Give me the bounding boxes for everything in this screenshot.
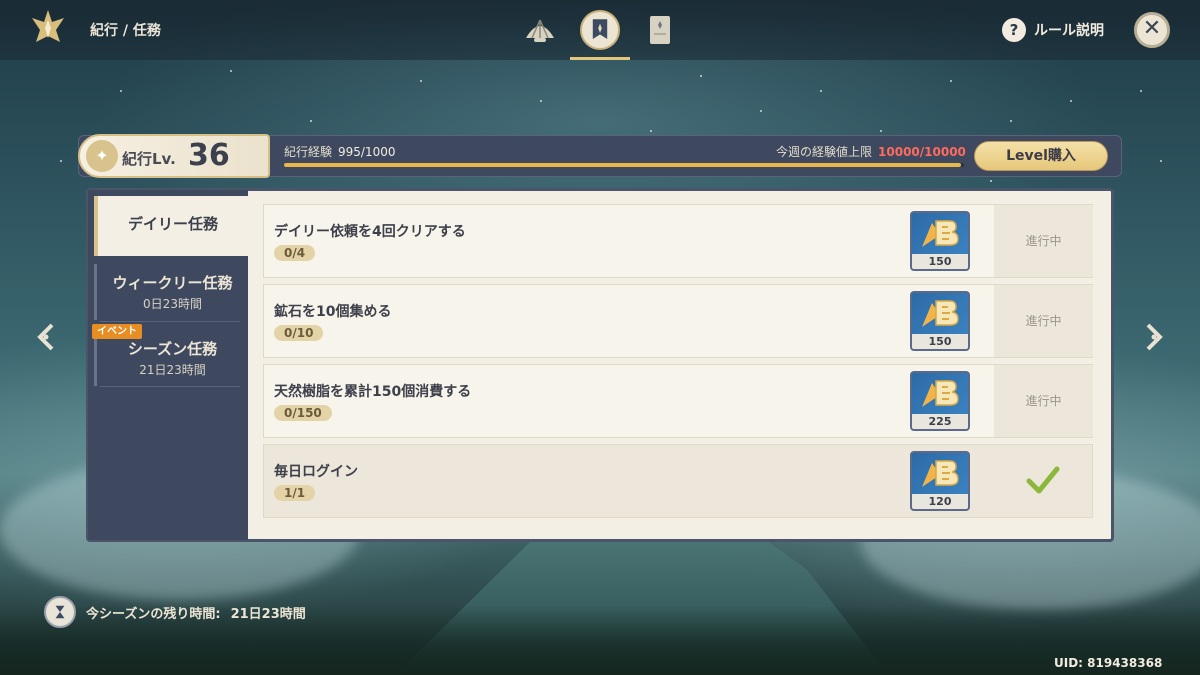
- mission-progress: 1/1: [274, 485, 316, 501]
- star: [540, 100, 542, 102]
- status-label: 進行中: [1025, 234, 1062, 248]
- prev-page-arrow-icon[interactable]: [34, 322, 58, 352]
- mission-row: 毎日ログイン 1/1 120: [263, 444, 1093, 518]
- star: [120, 90, 122, 92]
- level-label: 紀行Lv.: [122, 150, 176, 168]
- reward-item[interactable]: 225: [910, 371, 970, 431]
- reward-item[interactable]: 150: [910, 291, 970, 351]
- season-remaining: 今シーズンの残り時間: 21日23時間: [44, 596, 306, 628]
- mission-progress: 0/10: [274, 325, 324, 341]
- status-label: 進行中: [1025, 314, 1062, 328]
- breadcrumb: 紀行 / 任務: [90, 23, 161, 39]
- tab-missions[interactable]: [580, 10, 620, 50]
- event-badge: イベント: [92, 324, 142, 339]
- bp-exp-icon: [922, 380, 959, 407]
- star: [310, 120, 312, 122]
- bp-exp-icon: [922, 460, 959, 487]
- tab-weekly-missions[interactable]: ウィークリー任務 0日23時間: [94, 264, 248, 320]
- mission-status: 進行中: [994, 365, 1093, 437]
- reward-item[interactable]: 150: [910, 211, 970, 271]
- checkmark-icon: [1026, 466, 1060, 494]
- rules-label: ルール説明: [1034, 23, 1104, 39]
- tab-daily-missions[interactable]: デイリー任務: [94, 196, 248, 256]
- help-icon: ?: [1002, 18, 1026, 42]
- mission-row: 鉱石を10個集める 0/10 150 進行中: [263, 284, 1093, 358]
- mission-row: デイリー依頼を4回クリアする 0/4 150 進行中: [263, 204, 1093, 278]
- bp-exp-icon: [922, 220, 959, 247]
- battlepass-logo-icon: [32, 10, 64, 42]
- status-label: 進行中: [1025, 394, 1062, 408]
- mission-row: 天然樹脂を累計150個消費する 0/150 225 進行中: [263, 364, 1093, 438]
- user-id: UID: 819438368: [1054, 656, 1163, 670]
- level-badge: ✦ 紀行Lv. 36: [78, 134, 270, 178]
- hourglass-icon: [44, 596, 76, 628]
- reward-item[interactable]: 120: [910, 451, 970, 511]
- mission-status: 進行中: [994, 285, 1093, 357]
- star: [760, 110, 762, 112]
- mission-status: [994, 445, 1093, 517]
- exp-label: 紀行経験: [284, 145, 333, 159]
- sidebar-divider: [100, 321, 240, 322]
- reward-amount: 120: [912, 494, 968, 509]
- exp-progress-bar: [284, 163, 964, 167]
- active-tab-indicator: [570, 57, 630, 60]
- season-remaining-label: 今シーズンの残り時間:: [86, 606, 221, 622]
- star: [950, 80, 952, 82]
- exp-progress-fill: [284, 163, 961, 167]
- weekly-limit-label: 今週の経験値上限: [776, 145, 873, 159]
- reward-amount: 150: [912, 334, 968, 349]
- mission-progress: 0/4: [274, 245, 316, 261]
- sidebar-divider: [100, 386, 240, 387]
- level-buy-button[interactable]: Level購入: [974, 141, 1108, 171]
- weekly-tab-timer: 0日23時間: [143, 297, 202, 311]
- level-emblem-icon: ✦: [86, 140, 118, 172]
- level-value: 36: [188, 138, 230, 173]
- next-page-arrow-icon[interactable]: [1142, 322, 1166, 352]
- star: [60, 160, 62, 162]
- star: [880, 130, 882, 132]
- season-tab-timer: 21日23時間: [139, 363, 206, 377]
- weekly-tab-label: ウィークリー任務: [112, 274, 233, 292]
- shell-icon[interactable]: [520, 10, 560, 50]
- rules-button[interactable]: ? ルール説明: [1002, 18, 1104, 42]
- exp-value: 995/1000: [338, 145, 396, 159]
- scroll-icon[interactable]: [640, 10, 680, 50]
- star: [420, 80, 422, 82]
- weekly-limit-value: 10000/10000: [878, 145, 966, 159]
- banner-icon: [592, 19, 608, 39]
- star: [230, 70, 232, 72]
- bp-exp-icon: [922, 300, 959, 327]
- mission-title: 毎日ログイン: [274, 464, 358, 480]
- mission-progress: 0/150: [274, 405, 332, 421]
- weekly-limit-info: 今週の経験値上限 10000/10000: [776, 143, 966, 160]
- season-remaining-value: 21日23時間: [230, 606, 306, 622]
- mission-title: 鉱石を10個集める: [274, 304, 392, 320]
- exp-info: 紀行経験 995/1000: [284, 143, 396, 160]
- reward-amount: 150: [912, 254, 968, 269]
- daily-tab-label: デイリー任務: [127, 215, 218, 233]
- star: [990, 180, 992, 182]
- mission-title: 天然樹脂を累計150個消費する: [274, 384, 472, 400]
- close-button[interactable]: ✕: [1134, 12, 1170, 48]
- star: [650, 130, 652, 132]
- mission-title: デイリー依頼を4回クリアする: [274, 224, 466, 240]
- star: [700, 75, 702, 77]
- star: [1140, 90, 1142, 92]
- reward-amount: 225: [912, 414, 968, 429]
- star: [1070, 100, 1072, 102]
- close-icon: ✕: [1142, 16, 1162, 41]
- star: [1160, 160, 1162, 162]
- star: [1010, 120, 1012, 122]
- mission-status: 進行中: [994, 205, 1093, 277]
- star: [820, 90, 822, 92]
